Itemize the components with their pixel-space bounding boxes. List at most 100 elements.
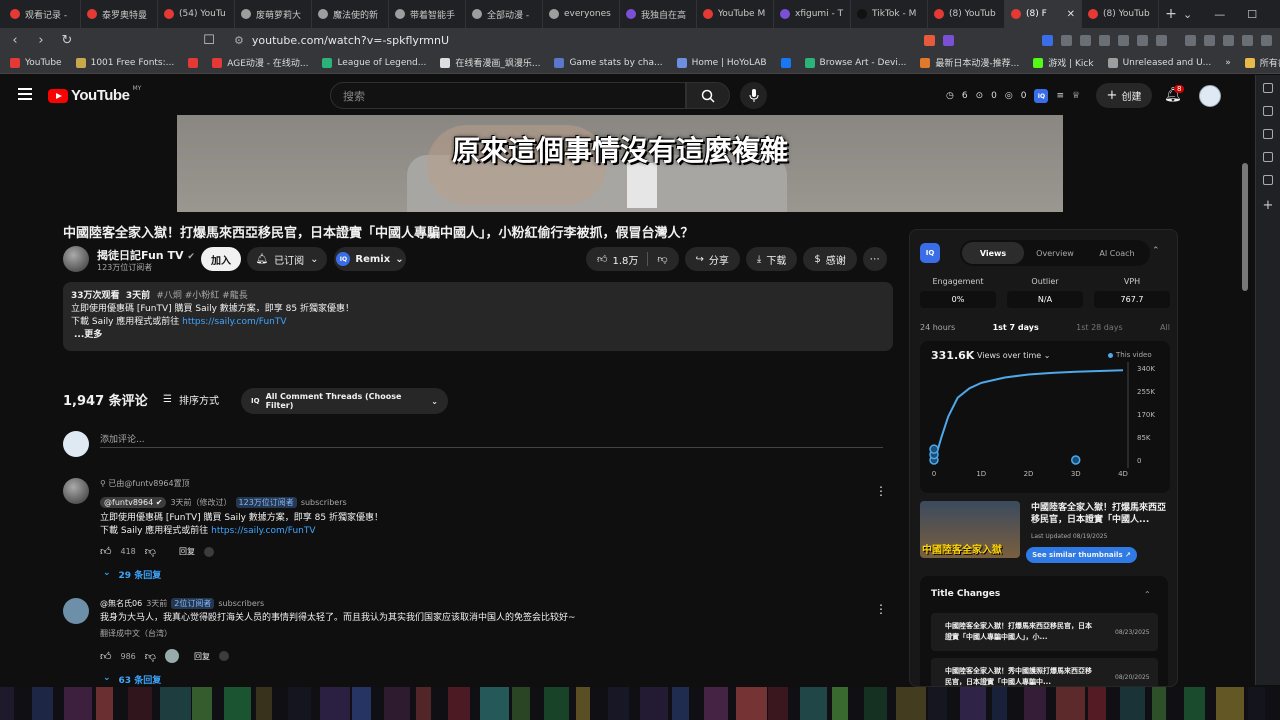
browser-tab[interactable]: TikTok - M (851, 0, 928, 28)
browser-tab[interactable]: YouTube M (697, 0, 774, 28)
bookmark-item[interactable] (188, 57, 199, 68)
menu-icon[interactable] (1261, 34, 1272, 46)
sidebar-tool-icon[interactable] (1263, 106, 1273, 116)
header-stats[interactable]: ◷ 6 ⊙ 0 ◎ 0 IQ ≡ ♕ (946, 89, 1080, 103)
bookmark-item[interactable]: 最新日本动漫-推荐... (920, 56, 1019, 69)
brave-shield-icon[interactable] (924, 34, 935, 46)
bookmark-item[interactable]: Browse Art - Devi... (804, 57, 906, 68)
channel-avatar[interactable] (63, 246, 89, 272)
share-button[interactable]: ↪ 分享 (684, 247, 740, 271)
time-tab-7d[interactable]: 1st 7 days (993, 323, 1039, 332)
thumbs-up-icon[interactable]: 👍︎ (100, 650, 112, 663)
minimize-icon[interactable]: — (1214, 8, 1225, 21)
tab-views[interactable]: Views (962, 242, 1024, 264)
search-input[interactable]: 搜索 (330, 82, 686, 109)
browser-tab[interactable]: 泰罗奥特曼 (81, 0, 158, 28)
comment-menu-icon[interactable]: ⋮ (875, 602, 887, 616)
menu-icon[interactable] (18, 88, 32, 100)
rewards-icon[interactable] (943, 34, 954, 46)
new-tab-button[interactable]: + (1159, 6, 1183, 22)
comment-author[interactable]: @funtv8964 ✔ (100, 497, 167, 508)
site-settings-icon[interactable]: ⚙ (234, 34, 244, 47)
browser-tab[interactable]: (54) YouTu (158, 0, 235, 28)
tab-ai-coach[interactable]: AI Coach (1086, 242, 1148, 264)
sidebar-tool-icon[interactable] (1263, 129, 1273, 139)
wallet-icon[interactable] (1223, 34, 1234, 46)
bookmark-item[interactable]: Home | HoYoLAB (676, 57, 767, 68)
comment-avatar[interactable] (63, 478, 89, 504)
like-button[interactable]: 👍︎ 1.8万 👎︎ (586, 247, 679, 271)
all-bookmarks-button[interactable]: 所有書籤 (1244, 56, 1280, 69)
comment-author[interactable]: @無名氏06 (100, 598, 142, 609)
more-bookmarks-icon[interactable]: » (1225, 58, 1231, 68)
time-tab-28d[interactable]: 1st 28 days (1076, 323, 1123, 332)
scrollbar-thumb[interactable] (1242, 163, 1248, 291)
thumbs-down-icon[interactable]: 👎︎ (145, 545, 156, 558)
bookmark-item[interactable]: YouTube (10, 57, 62, 68)
back-icon[interactable]: ‹ (8, 33, 22, 48)
extension-icon[interactable] (1080, 34, 1091, 46)
join-button[interactable]: 加入 (201, 247, 241, 271)
collapse-icon[interactable]: ⌃ (1144, 590, 1151, 599)
music-icon[interactable] (1185, 34, 1196, 46)
show-more-link[interactable]: ...更多 (74, 329, 885, 342)
bookmark-item[interactable]: AGE动漫 - 在线动... (212, 56, 308, 69)
sidebar-icon[interactable] (1204, 34, 1215, 46)
trophy-icon[interactable]: ♕ (1072, 91, 1080, 101)
vpn-icon[interactable] (1242, 34, 1253, 46)
bookmark-item[interactable] (780, 57, 791, 68)
create-button[interactable]: + 创建 (1096, 83, 1152, 108)
voice-search-button[interactable] (740, 82, 767, 109)
bookmark-item[interactable]: 1001 Free Fonts:... (75, 57, 174, 68)
browser-tab[interactable]: xfigumi - T (774, 0, 851, 28)
sort-button[interactable]: ☰ 排序方式 (163, 392, 219, 407)
bookmark-item[interactable]: 在线看漫画_飒漫乐... (440, 56, 540, 69)
time-tab-all[interactable]: All (1160, 323, 1170, 332)
vidiq-icon[interactable]: IQ (1034, 89, 1049, 103)
browser-tab[interactable]: 带着智能手 (389, 0, 466, 28)
browser-tab[interactable]: (8) YouTub (1082, 0, 1159, 28)
remix-button[interactable]: IQ Remix ⌄ (334, 247, 406, 271)
bookmark-item[interactable]: League of Legend... (322, 57, 426, 68)
vidiq-reply-icon[interactable] (203, 546, 214, 557)
browser-tab[interactable]: everyones (543, 0, 620, 28)
browser-tab[interactable]: (8) F ✕ (1005, 0, 1082, 28)
extension-icon[interactable] (1061, 34, 1072, 46)
tab-search-icon[interactable]: ⌄ (1183, 8, 1192, 21)
comment-avatar[interactable] (63, 598, 89, 624)
extension-icon[interactable] (1118, 34, 1129, 46)
download-button[interactable]: ⤓ 下载 (745, 247, 798, 271)
subscribed-button[interactable]: 🔔︎ 已订阅 ⌄ (247, 247, 327, 271)
more-actions-button[interactable]: ⋯ (862, 247, 887, 271)
thumbs-down-icon[interactable]: 👎︎ (145, 650, 156, 663)
add-comment-input[interactable]: 添加评论... (100, 432, 145, 445)
search-button[interactable] (686, 82, 730, 109)
thumbs-up-icon[interactable]: 👍︎ (100, 545, 112, 558)
bookmark-item[interactable]: 游戏 | Kick (1033, 56, 1094, 69)
comment-filter-dropdown[interactable]: IQ All Comment Threads (Choose Filter) ⌄ (241, 388, 448, 414)
reload-icon[interactable]: ↻ (60, 33, 74, 48)
extension-icon[interactable] (1042, 34, 1053, 46)
list-icon[interactable]: ≡ (1056, 91, 1064, 101)
tab-overview[interactable]: Overview (1024, 242, 1086, 264)
browser-tab[interactable]: 魔法使的新 (312, 0, 389, 28)
url-field[interactable]: ⚙ youtube.com/watch?v=-spkflyrmnU (228, 30, 828, 50)
channel-name[interactable]: 揭徒日記Fun TV ✔ (97, 247, 195, 263)
bookmark-item[interactable]: Game stats by cha... (554, 57, 663, 68)
browser-tab[interactable]: 我独自在高 (620, 0, 697, 28)
extension-icon[interactable] (1099, 34, 1110, 46)
forward-icon[interactable]: › (34, 33, 48, 48)
sidebar-tool-icon[interactable] (1263, 175, 1273, 185)
account-avatar[interactable] (1199, 85, 1221, 107)
youtube-logo[interactable]: YouTube MY (48, 85, 141, 104)
browser-tab[interactable]: 废萌萝莉大 (235, 0, 312, 28)
reply-button[interactable]: 回复 (194, 651, 210, 662)
bookmark-item[interactable]: Unreleased and U... (1107, 57, 1211, 68)
comment-link[interactable]: https://saily.com/FunTV (211, 526, 315, 536)
browser-tab[interactable]: 观看记录 - (4, 0, 81, 28)
description-box[interactable]: 33万次观看 3天前 #八炯 #小粉紅 #龍長 立即使用優惠碼 [FunTV] … (63, 282, 893, 351)
comment-menu-icon[interactable]: ⋮ (875, 484, 887, 498)
maximize-icon[interactable]: ☐ (1247, 8, 1257, 21)
sidebar-tool-icon[interactable] (1263, 152, 1273, 162)
extension-icon[interactable] (1137, 34, 1148, 46)
